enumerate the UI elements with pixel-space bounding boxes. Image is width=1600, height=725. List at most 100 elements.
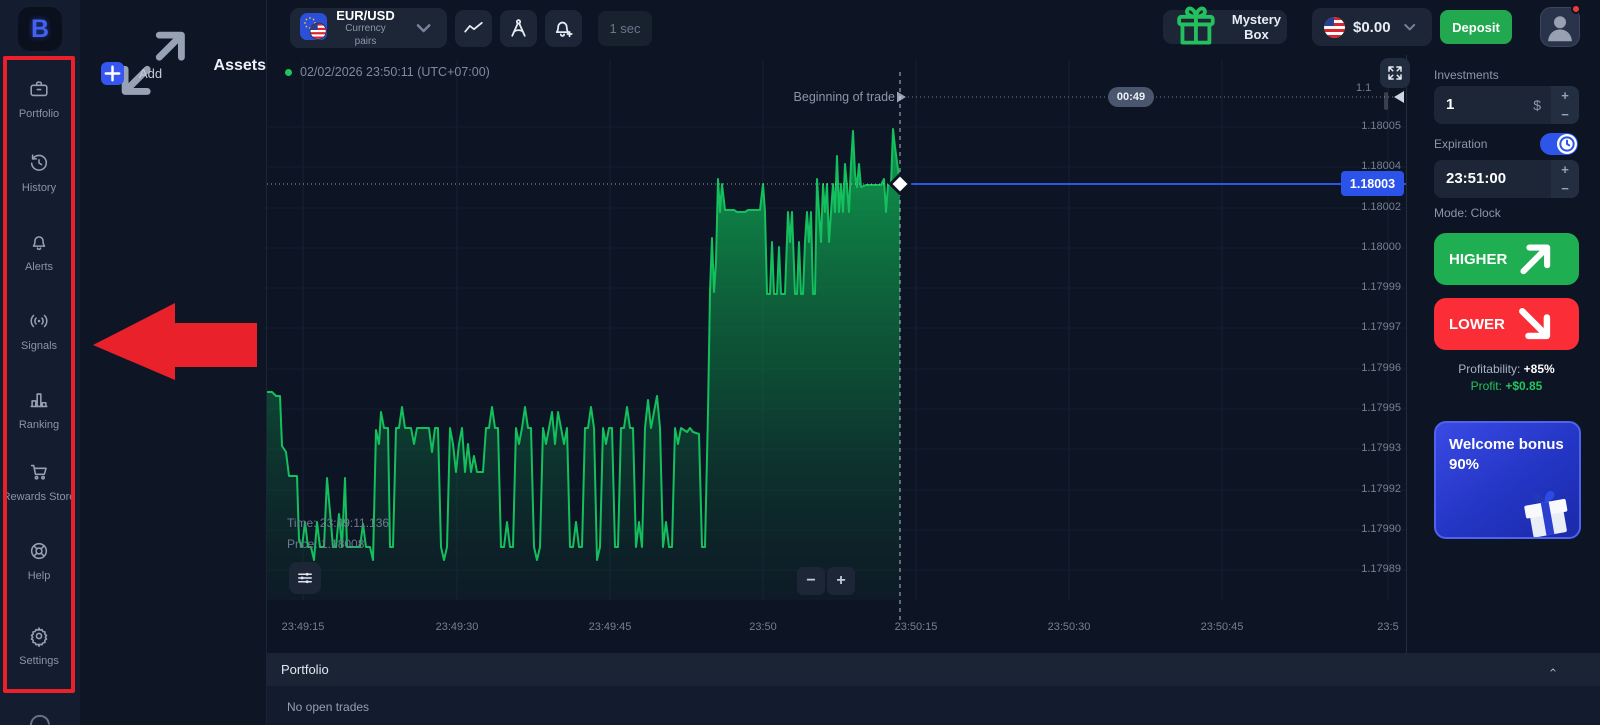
expiration-label: Expiration	[1434, 137, 1487, 151]
time-axis-label: 23:49:15	[273, 621, 333, 633]
expiration-value: 23:51:00	[1446, 170, 1506, 187]
price-axis-label: 1.17995	[1339, 402, 1401, 414]
ranking-icon	[28, 389, 50, 411]
gift-icon	[1169, 0, 1223, 54]
investment-decrease-button[interactable]: −	[1551, 105, 1579, 124]
fullscreen-icon	[1386, 64, 1404, 82]
assets-title: Assets	[214, 57, 266, 75]
expiration-toggle[interactable]	[1540, 133, 1578, 155]
axis-scroll-thumb[interactable]	[1384, 92, 1388, 110]
sidebar-item-alerts[interactable]: Alerts	[2, 231, 76, 274]
portfolio-bar[interactable]: Portfolio	[267, 653, 1600, 686]
add-asset-button[interactable]	[101, 62, 124, 85]
trade-start-label: Beginning of trade	[794, 90, 895, 104]
sidebar-item-help[interactable]: Help	[2, 540, 76, 583]
timeframe-selector[interactable]: 1 sec	[598, 11, 652, 46]
price-axis-label: 1.17996	[1339, 362, 1401, 374]
signals-icon	[28, 310, 50, 332]
price-axis-label: 1.18005	[1339, 120, 1401, 132]
price-axis-label: 1.17993	[1339, 442, 1401, 454]
crosshair-price: Price: 1.18008	[287, 537, 364, 551]
time-axis-label: 23:5	[1358, 621, 1418, 633]
lower-button[interactable]: LOWER	[1434, 298, 1579, 350]
session-datetime: 02/02/2026 23:50:11 (UTC+07:00)	[300, 65, 490, 79]
investment-increase-button[interactable]: +	[1551, 86, 1579, 105]
assets-panel: Assets Add	[80, 0, 267, 725]
sidebar-item-settings[interactable]: Settings	[2, 625, 76, 668]
price-axis-label: 1.18002	[1339, 201, 1401, 213]
investments-label: Investments	[1434, 68, 1499, 82]
sidebar-item-label: Settings	[2, 655, 76, 668]
bell-icon	[28, 231, 50, 253]
no-open-trades-text: No open trades	[287, 700, 369, 714]
expiration-input[interactable]: 23:51:00 + −	[1434, 160, 1579, 198]
higher-button[interactable]: HIGHER	[1434, 233, 1579, 285]
flag-us-icon	[1324, 17, 1345, 38]
pair-flags-icon	[300, 13, 327, 43]
currency-pair-selector[interactable]: EUR/USD Currency pairs	[290, 8, 447, 48]
investment-stepper: + −	[1551, 86, 1579, 124]
price-axis-label: 1.17989	[1339, 563, 1401, 575]
price-axis-label: 1.17997	[1339, 321, 1401, 333]
sidebar-item-label: Signals	[2, 340, 76, 353]
sidebar-item-signals[interactable]: Signals	[2, 310, 76, 353]
investment-input[interactable]: 1 $ + −	[1434, 86, 1579, 124]
add-asset-row[interactable]: Add	[101, 62, 162, 85]
deposit-button[interactable]: Deposit	[1440, 10, 1512, 44]
gift-illustration	[1515, 481, 1581, 539]
time-axis-label: 23:49:45	[580, 621, 640, 633]
time-axis-label: 23:50	[733, 621, 793, 633]
history-icon	[28, 152, 50, 174]
balance-selector[interactable]: $0.00	[1312, 8, 1432, 46]
portfolio-body: No open trades	[267, 686, 1600, 725]
sidebar-item-label: Help	[2, 570, 76, 583]
app-root: B Portfolio History Alerts Signals Ranking Re…	[0, 0, 1600, 725]
expiration-decrease-button[interactable]: −	[1551, 179, 1579, 198]
sidebar: B Portfolio History Alerts Signals Ranking Re…	[0, 0, 80, 725]
price-axis-label: 1.18000	[1339, 241, 1401, 253]
sliders-icon	[295, 568, 315, 588]
bonus-title: Welcome bonus 90%	[1449, 435, 1579, 475]
fullscreen-button[interactable]	[1380, 58, 1410, 88]
welcome-bonus-card[interactable]: Welcome bonus 90%	[1434, 421, 1581, 539]
app-logo[interactable]: B	[18, 7, 62, 51]
partial-bottom-icon	[28, 713, 50, 725]
mode-text: Mode: Clock	[1434, 206, 1501, 220]
compass-icon	[506, 16, 531, 41]
arrow-down-right-icon	[1505, 294, 1564, 353]
zoom-in-button[interactable]: +	[827, 567, 855, 595]
profitability-row: Profitability: +85%	[1434, 362, 1579, 376]
sidebar-item-ranking[interactable]: Ranking	[2, 389, 76, 432]
time-axis-label: 23:49:30	[427, 621, 487, 633]
portfolio-collapse-button[interactable]	[1542, 660, 1564, 680]
chevron-down-icon	[410, 14, 437, 41]
zoom-out-button[interactable]: −	[797, 567, 825, 595]
mystery-box-label: Mystery Box	[1232, 12, 1281, 42]
cart-icon	[28, 461, 50, 483]
chart-settings-button[interactable]	[289, 562, 321, 594]
chart-canvas[interactable]	[267, 55, 1406, 653]
price-axis-label: 1.17990	[1339, 523, 1401, 535]
price-alert-button[interactable]	[545, 10, 582, 47]
sidebar-item-history[interactable]: History	[2, 152, 76, 195]
expiration-increase-button[interactable]: +	[1551, 160, 1579, 179]
mystery-box-button[interactable]: Mystery Box	[1163, 10, 1287, 44]
pair-type: Currency pairs	[336, 22, 395, 48]
chart-type-button[interactable]	[455, 10, 492, 47]
sidebar-item-rewards-store[interactable]: Rewards Store	[2, 461, 76, 504]
profit-row: Profit: +$0.85	[1434, 379, 1579, 393]
price-axis-label: 1.17999	[1339, 281, 1401, 293]
portfolio-title: Portfolio	[281, 662, 329, 677]
pair-name: EUR/USD	[336, 9, 395, 22]
investment-value: 1	[1446, 96, 1454, 113]
time-axis-label: 23:50:45	[1192, 621, 1252, 633]
sidebar-item-label: Ranking	[2, 419, 76, 432]
current-price-badge: 1.18003	[1341, 171, 1404, 196]
expiration-stepper: + −	[1551, 160, 1579, 198]
add-asset-label: Add	[139, 66, 162, 81]
sidebar-item-portfolio[interactable]: Portfolio	[2, 78, 76, 121]
lifebuoy-icon	[28, 540, 50, 562]
clock-small-icon	[1557, 134, 1577, 154]
drawing-tools-button[interactable]	[500, 10, 537, 47]
countdown-badge: 00:49	[1108, 87, 1154, 107]
